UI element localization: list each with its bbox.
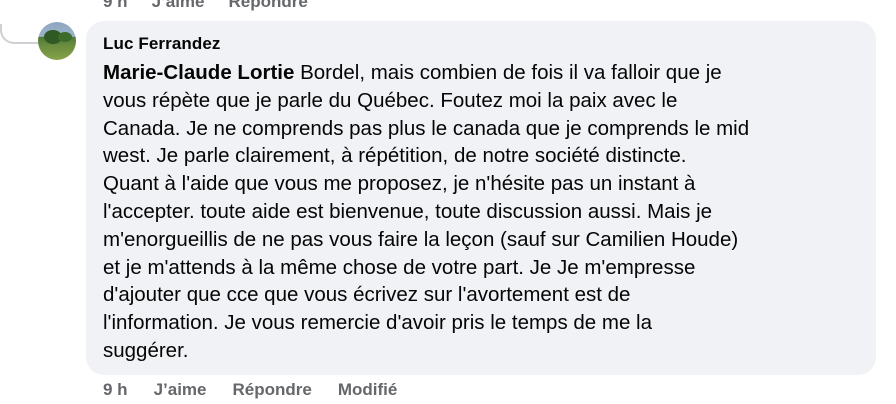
edited-label: Modifié	[337, 380, 398, 399]
comment-line: m'enorgueillis de ne pas vous faire la l…	[103, 227, 739, 251]
comment-line: vous répète que je parle du Québec. Fout…	[103, 88, 678, 112]
reply-thread-connector	[0, 24, 40, 44]
previous-comment-time[interactable]: 9 h	[103, 0, 128, 12]
avatar-tree-shape	[58, 32, 72, 42]
previous-comment-reply-button[interactable]: Répondre	[229, 0, 308, 12]
comment-line: suggérer.	[103, 338, 189, 362]
comment-line: west. Je parle clairement, à répétition,…	[103, 144, 687, 168]
comment-line: l'information. Je vous remercie d'avoir …	[103, 311, 653, 335]
previous-comment-like-button[interactable]: J’aime	[152, 0, 205, 12]
avatar[interactable]	[38, 22, 76, 60]
comment-line: Canada. Je ne comprends pas plus le cana…	[103, 116, 750, 140]
comment-line: Quant à l'aide que vous me proposez, je …	[103, 172, 696, 196]
previous-comment-actions: 9 h J’aime Répondre	[103, 0, 308, 12]
comment-line-text: Bordel, mais combien de fois il va fallo…	[294, 61, 722, 84]
reply-button[interactable]: Répondre	[233, 379, 312, 401]
like-button[interactable]: J’aime	[154, 379, 207, 401]
comment-timestamp[interactable]: 9 h	[103, 379, 128, 401]
comment-author-name[interactable]: Luc Ferrandez	[103, 34, 859, 54]
comment-actions: 9 h J’aime Répondre Modifié	[103, 379, 397, 401]
comment-line: d'ajouter que cce que vous écrivez sur l…	[103, 283, 631, 307]
comment-text: Marie-Claude Lortie Bordel, mais combien…	[103, 59, 859, 365]
comment-bubble: Luc Ferrandez Marie-Claude Lortie Bordel…	[86, 21, 876, 375]
comment-line: Marie-Claude Lortie Bordel, mais combien…	[103, 59, 859, 87]
comment-line: l'accepter. toute aide est bienvenue, to…	[103, 199, 713, 223]
comment-line: et je m'attends à la même chose de votre…	[103, 255, 696, 279]
mention-link[interactable]: Marie-Claude Lortie	[103, 61, 294, 84]
